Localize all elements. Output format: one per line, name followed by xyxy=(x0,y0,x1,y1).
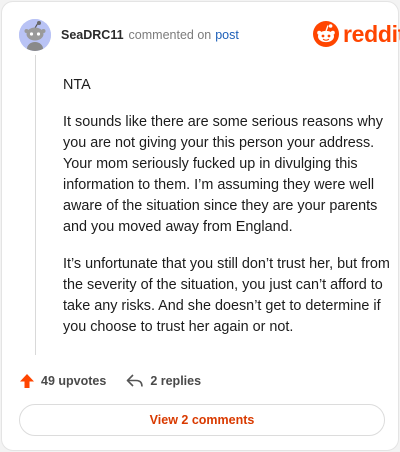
reply-button[interactable]: 2 replies xyxy=(126,373,201,389)
reply-count: 2 replies xyxy=(150,374,202,388)
post-link[interactable]: post xyxy=(215,28,239,42)
reddit-logo[interactable]: reddit xyxy=(312,20,400,48)
comment-body: NTA It sounds like there are some seriou… xyxy=(63,75,393,354)
thread-line xyxy=(35,55,36,355)
comment-card: SeaDRC11 commented on post reddit NTA It… xyxy=(1,1,400,451)
user-avatar-icon[interactable] xyxy=(19,19,51,51)
upvote-button[interactable]: 49 upvotes xyxy=(19,373,106,389)
comment-header: SeaDRC11 commented on post xyxy=(61,26,239,44)
comment-paragraph: NTA xyxy=(63,77,91,93)
comment-actions: 49 upvotes 2 replies xyxy=(19,371,201,391)
reply-arrow-icon xyxy=(127,374,144,387)
view-comments-button[interactable]: View 2 comments xyxy=(19,404,385,436)
reddit-wordmark: reddit xyxy=(343,20,400,47)
commented-on-text: commented on xyxy=(128,28,212,42)
reddit-alien-icon xyxy=(313,21,339,47)
upvote-count: 49 upvotes xyxy=(41,374,107,388)
comment-paragraph: It sounds like there are some serious re… xyxy=(63,114,383,235)
username-link[interactable]: SeaDRC11 xyxy=(61,28,124,42)
upvote-arrow-icon xyxy=(20,374,34,388)
comment-paragraph: It’s unfortunate that you still don’t tr… xyxy=(63,256,390,335)
